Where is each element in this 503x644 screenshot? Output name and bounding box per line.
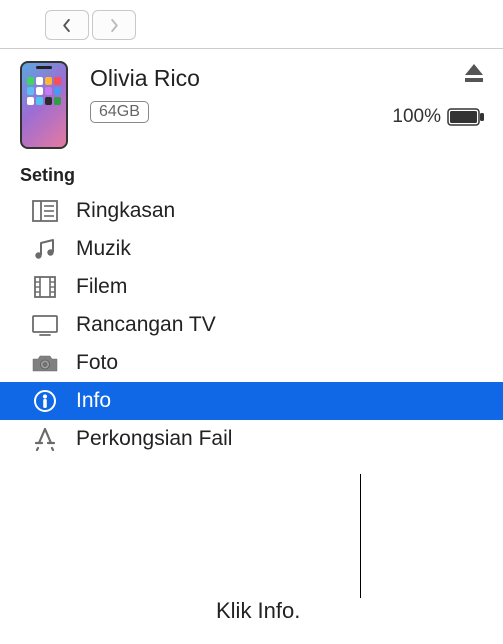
device-header: Olivia Rico 64GB 100% [0, 49, 503, 159]
music-icon [30, 237, 60, 261]
sidebar-item-label: Filem [76, 275, 127, 299]
section-label: Seting [0, 159, 503, 192]
sidebar-item-label: Foto [76, 351, 118, 375]
sidebar-item-label: Rancangan TV [76, 313, 216, 337]
info-icon [30, 389, 60, 413]
summary-icon [30, 200, 60, 222]
battery-icon [447, 108, 485, 126]
sidebar-item-info[interactable]: Info [0, 382, 503, 420]
sidebar-item-tv[interactable]: Rancangan TV [0, 306, 503, 344]
eject-icon [463, 63, 485, 83]
sidebar-item-summary[interactable]: Ringkasan [0, 192, 503, 230]
sidebar-item-label: Ringkasan [76, 199, 175, 223]
sidebar-item-photos[interactable]: Foto [0, 344, 503, 382]
back-button[interactable] [45, 10, 89, 40]
device-thumbnail [20, 61, 68, 149]
battery-percentage: 100% [392, 106, 441, 128]
sidebar-item-label: Info [76, 389, 111, 413]
film-icon [30, 275, 60, 299]
app-store-icon [30, 427, 60, 451]
chevron-left-icon [61, 18, 73, 33]
sidebar-item-movies[interactable]: Filem [0, 268, 503, 306]
sidebar-item-label: Muzik [76, 237, 131, 261]
eject-button[interactable] [463, 63, 485, 88]
chevron-right-icon [108, 18, 120, 33]
sidebar-item-music[interactable]: Muzik [0, 230, 503, 268]
battery-status: 100% [392, 106, 485, 128]
sidebar-item-label: Perkongsian Fail [76, 427, 232, 451]
forward-button[interactable] [92, 10, 136, 40]
sidebar-item-filesharing[interactable]: Perkongsian Fail [0, 420, 503, 458]
camera-icon [30, 353, 60, 373]
toolbar [0, 0, 503, 49]
callout-text: Klik Info. [216, 598, 300, 624]
sidebar-list: Ringkasan Muzik Filem [0, 192, 503, 458]
tv-icon [30, 314, 60, 336]
callout-line [360, 474, 361, 598]
storage-badge: 64GB [90, 101, 149, 123]
device-name: Olivia Rico [90, 65, 392, 92]
